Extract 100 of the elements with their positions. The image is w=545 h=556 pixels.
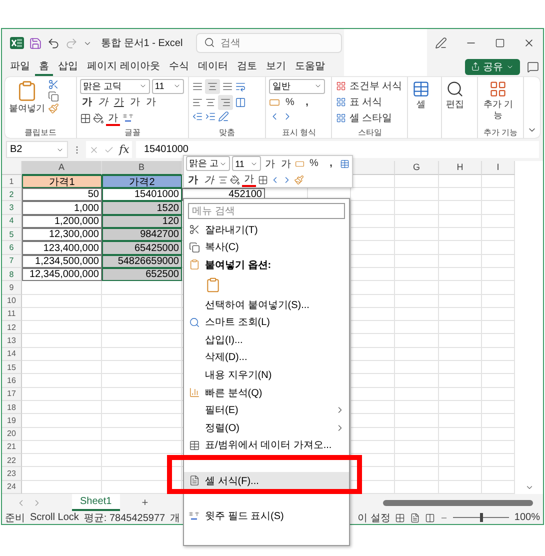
- comma-button[interactable]: ,: [323, 156, 338, 171]
- editing-button[interactable]: 편집: [445, 78, 466, 111]
- indent-decrease-icon[interactable]: [192, 110, 203, 122]
- search-field[interactable]: 검색: [196, 33, 342, 54]
- normal-view-icon[interactable]: [395, 512, 406, 522]
- number-format-select[interactable]: 일반: [269, 78, 326, 94]
- insert-function-button[interactable]: fx: [119, 143, 130, 156]
- column-header[interactable]: G: [395, 160, 439, 175]
- row-header[interactable]: 9: [2, 281, 22, 295]
- column-header[interactable]: A: [22, 160, 102, 175]
- add-sheet-button[interactable]: +: [140, 496, 150, 508]
- ribbon-tab[interactable]: 삽입: [54, 58, 82, 76]
- menu-item[interactable]: 셀 서식(F)...: [184, 472, 349, 490]
- paste-button[interactable]: 붙여넣기: [8, 78, 46, 115]
- row-header[interactable]: 12: [2, 321, 22, 334]
- row-header[interactable]: 11: [2, 308, 22, 322]
- scroll-down-icon[interactable]: [524, 483, 534, 492]
- align-right-button[interactable]: [218, 94, 233, 110]
- align-left-icon[interactable]: [192, 96, 203, 108]
- fill-color-icon[interactable]: [230, 174, 240, 184]
- paste-option-icon[interactable]: [205, 276, 221, 293]
- font-name-select[interactable]: 맑은 고딕: [80, 78, 150, 94]
- ribbon-tab[interactable]: 페이지 레이아웃: [83, 58, 164, 76]
- percent-button[interactable]: %: [282, 94, 298, 110]
- menu-search-field[interactable]: 메뉴 검색: [188, 203, 345, 219]
- row-header[interactable]: 15: [2, 361, 22, 374]
- grow-font-button[interactable]: 가: [128, 94, 142, 110]
- row-header[interactable]: 16: [2, 374, 22, 388]
- font-color-button[interactable]: 가: [106, 110, 120, 126]
- row-header[interactable]: 6: [2, 241, 22, 255]
- menu-item[interactable]: 삽입(I)...: [184, 330, 349, 349]
- page-break-icon[interactable]: [425, 512, 436, 522]
- menu-item[interactable]: 정렬(O): [184, 418, 349, 437]
- align-top-icon[interactable]: [192, 80, 203, 92]
- formula-field[interactable]: 15401000: [136, 141, 539, 158]
- font-size-select[interactable]: 11: [152, 78, 184, 94]
- sheet-tab[interactable]: Sheet1: [72, 494, 120, 511]
- borders-icon[interactable]: [258, 174, 268, 184]
- style-button[interactable]: 셀 스타일: [335, 110, 394, 126]
- row-header[interactable]: 19: [2, 414, 22, 428]
- orientation-icon[interactable]: [218, 110, 229, 122]
- table-icon[interactable]: [340, 158, 350, 168]
- currency-icon[interactable]: [269, 96, 280, 108]
- shrink-font-button[interactable]: 가: [144, 94, 158, 110]
- font-name-select[interactable]: 맑은 고: [186, 156, 230, 171]
- row-header[interactable]: 23: [2, 467, 22, 481]
- row-header[interactable]: 20: [2, 428, 22, 441]
- align-bottom-icon[interactable]: [222, 80, 233, 92]
- row-header[interactable]: 22: [2, 454, 22, 468]
- row-header[interactable]: 8: [2, 268, 22, 282]
- pen-icon[interactable]: [435, 37, 447, 50]
- menu-item[interactable]: 복사(C): [184, 238, 349, 256]
- cells-button[interactable]: 셀: [411, 78, 432, 111]
- row-header[interactable]: 13: [2, 334, 22, 348]
- italic-button[interactable]: 가: [96, 94, 110, 110]
- underline-button[interactable]: 가: [112, 94, 126, 110]
- row-header[interactable]: 1: [2, 174, 22, 188]
- ribbon-tab[interactable]: 도움말: [290, 58, 329, 76]
- share-button[interactable]: 공유: [465, 58, 520, 75]
- undo-icon[interactable]: [47, 36, 60, 50]
- ribbon-tab[interactable]: 검토: [232, 58, 261, 76]
- page-layout-icon[interactable]: [410, 512, 420, 522]
- italic-button[interactable]: 가: [202, 172, 216, 187]
- row-header[interactable]: 17: [2, 388, 22, 401]
- ribbon-tab[interactable]: 데이터: [194, 58, 232, 76]
- wrap-text-icon[interactable]: [234, 80, 246, 92]
- zoom-slider[interactable]: [480, 513, 484, 522]
- menu-item[interactable]: 스마트 조회(L): [184, 313, 349, 331]
- bold-button[interactable]: 가: [80, 94, 94, 110]
- menu-item[interactable]: 윗주 필드 표시(S): [184, 506, 349, 524]
- column-header[interactable]: I: [482, 160, 515, 175]
- align-center-icon[interactable]: [218, 174, 228, 184]
- add-ins-button[interactable]: 추가 기능: [481, 78, 516, 122]
- menu-item[interactable]: 선택하여 붙여넣기(S)...: [184, 296, 349, 314]
- ribbon-tab[interactable]: 수식: [164, 58, 193, 76]
- indent-increase-icon[interactable]: [204, 110, 216, 122]
- maximize-icon[interactable]: [495, 38, 505, 48]
- scissors-icon[interactable]: [48, 78, 59, 90]
- row-header[interactable]: 7: [2, 254, 22, 268]
- menu-item[interactable]: 표/범위에서 데이터 가져오...: [184, 436, 349, 454]
- style-button[interactable]: 조건부 서식: [335, 78, 404, 94]
- excel-logo-icon[interactable]: [10, 36, 24, 50]
- row-header[interactable]: 3: [2, 201, 22, 215]
- menu-item[interactable]: 잘라내기(T): [184, 221, 349, 239]
- copy-icon[interactable]: [48, 90, 59, 102]
- row-header[interactable]: 14: [2, 348, 22, 362]
- font-size-select[interactable]: 11: [232, 156, 261, 171]
- currency-icon[interactable]: [294, 158, 304, 168]
- align-center-icon[interactable]: [204, 96, 216, 108]
- row-header[interactable]: 18: [2, 400, 22, 414]
- row-header[interactable]: 24: [2, 480, 22, 494]
- menu-item[interactable]: 필터(E): [184, 401, 349, 419]
- menu-item[interactable]: 삭제(D)...: [184, 348, 349, 366]
- percent-button[interactable]: %: [306, 156, 322, 171]
- comment-icon[interactable]: [527, 60, 539, 73]
- bold-button[interactable]: 가: [186, 172, 200, 187]
- align-middle-button[interactable]: [204, 78, 220, 94]
- menu-item[interactable]: 빠른 분석(Q): [184, 384, 349, 402]
- scrollbar-thumb[interactable]: [383, 500, 533, 506]
- borders-icon[interactable]: [80, 112, 91, 124]
